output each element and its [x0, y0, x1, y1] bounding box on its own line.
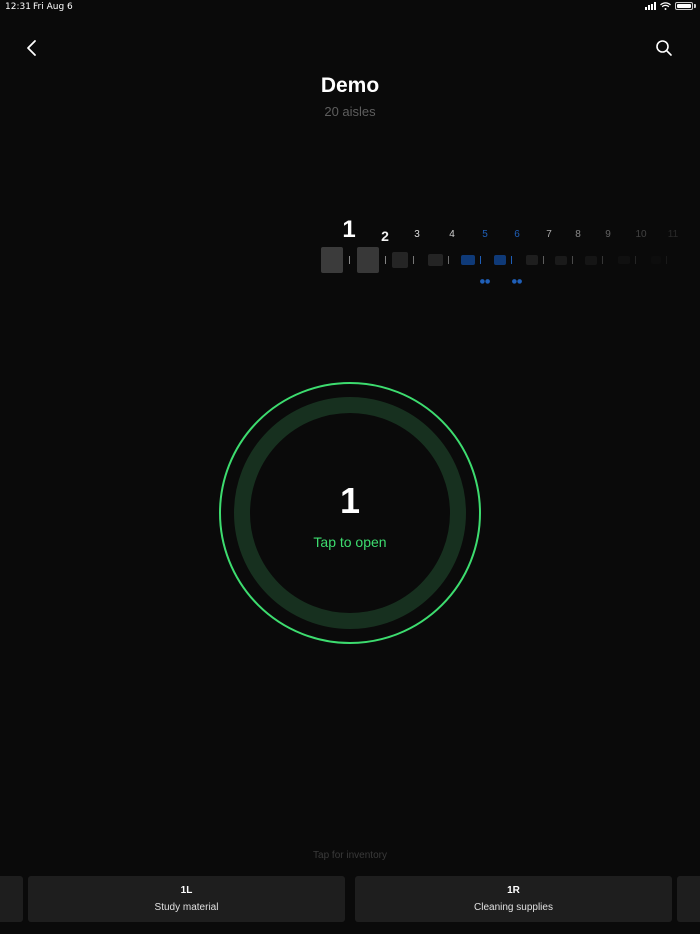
inventory-card-partial-left[interactable]: [0, 876, 23, 922]
open-aisle-button[interactable]: 1 Tap to open: [219, 382, 481, 644]
aisle-divider: [543, 256, 544, 264]
aisle-number-9[interactable]: 9: [605, 229, 611, 240]
aisle-number-10[interactable]: 10: [635, 229, 646, 240]
aisle-marker-8[interactable]: [555, 255, 567, 265]
app-root: 12:31 Fri Aug 6 Demo 20 aisles 1 2 3 4 5 ●: [0, 0, 700, 934]
aisle-divider: [480, 256, 481, 264]
aisle-divider: [602, 256, 603, 264]
inventory-cards: 1L Study material 1R Cleaning supplies: [0, 876, 700, 922]
inventory-hint: Tap for inventory: [313, 850, 387, 861]
aisle-divider: [385, 256, 386, 264]
card-name: Cleaning supplies: [474, 902, 553, 913]
inventory-card-partial-right[interactable]: [677, 876, 700, 922]
aisle-number-6[interactable]: 6: [514, 229, 520, 240]
aisle-marker-4[interactable]: [427, 254, 443, 266]
card-name: Study material: [154, 902, 219, 913]
aisle-number-1[interactable]: 1: [342, 216, 355, 244]
aisle-marker-3[interactable]: [392, 252, 408, 268]
card-code: 1L: [180, 885, 193, 896]
aisle-marker-11[interactable]: [651, 256, 661, 264]
aisle-number-8[interactable]: 8: [575, 229, 581, 240]
page-title: Demo: [320, 74, 380, 97]
battery-nub: [694, 4, 696, 8]
aisle-number-5[interactable]: 5: [482, 229, 488, 240]
aisle-number-3[interactable]: 3: [414, 229, 420, 240]
status-indicators: [645, 2, 696, 10]
aisle-marker-9[interactable]: [585, 255, 597, 265]
aisle-divider: [511, 256, 512, 264]
battery-icon: [675, 2, 693, 10]
inventory-card-left[interactable]: 1L Study material: [28, 876, 345, 922]
inventory-card-right[interactable]: 1R Cleaning supplies: [355, 876, 672, 922]
aisle-indicator-icon: ●●: [511, 278, 523, 285]
aisle-divider: [447, 256, 449, 264]
status-date: Fri Aug 6: [33, 2, 73, 12]
current-aisle-number: 1: [339, 480, 361, 521]
wifi-icon: [660, 2, 671, 10]
card-code: 1R: [507, 885, 520, 896]
aisle-marker-5[interactable]: [461, 255, 475, 265]
aisle-marker-7[interactable]: [526, 255, 538, 265]
chevron-left-icon: [27, 40, 36, 56]
back-button[interactable]: [20, 36, 44, 60]
aisle-divider: [635, 256, 636, 264]
aisle-divider: [413, 256, 414, 264]
aisle-indicator-icon: ●●: [479, 278, 491, 285]
aisle-number-11[interactable]: 11: [668, 229, 678, 240]
status-time: 12:31: [5, 2, 31, 12]
aisle-marker-2[interactable]: [357, 247, 379, 273]
aisle-number-4[interactable]: 4: [449, 229, 455, 240]
tap-to-open-label: Tap to open: [313, 534, 387, 550]
status-bar: 12:31 Fri Aug 6: [0, 0, 700, 16]
aisle-strip[interactable]: 1 2 3 4 5 ●● 6 ●● 7 8 9 10 11: [0, 214, 700, 294]
search-button[interactable]: [652, 36, 676, 60]
aisle-divider: [572, 256, 573, 264]
aisle-count: 20 aisles: [324, 104, 376, 119]
aisle-number-7[interactable]: 7: [546, 229, 552, 240]
aisle-marker-1[interactable]: [321, 247, 343, 273]
cellular-signal-icon: [645, 2, 656, 10]
aisle-marker-6[interactable]: [494, 255, 506, 265]
aisle-divider: [666, 256, 667, 264]
aisle-number-2[interactable]: 2: [381, 228, 389, 244]
search-icon: [656, 40, 672, 56]
aisle-divider: [349, 256, 350, 264]
aisle-marker-10[interactable]: [618, 256, 630, 264]
